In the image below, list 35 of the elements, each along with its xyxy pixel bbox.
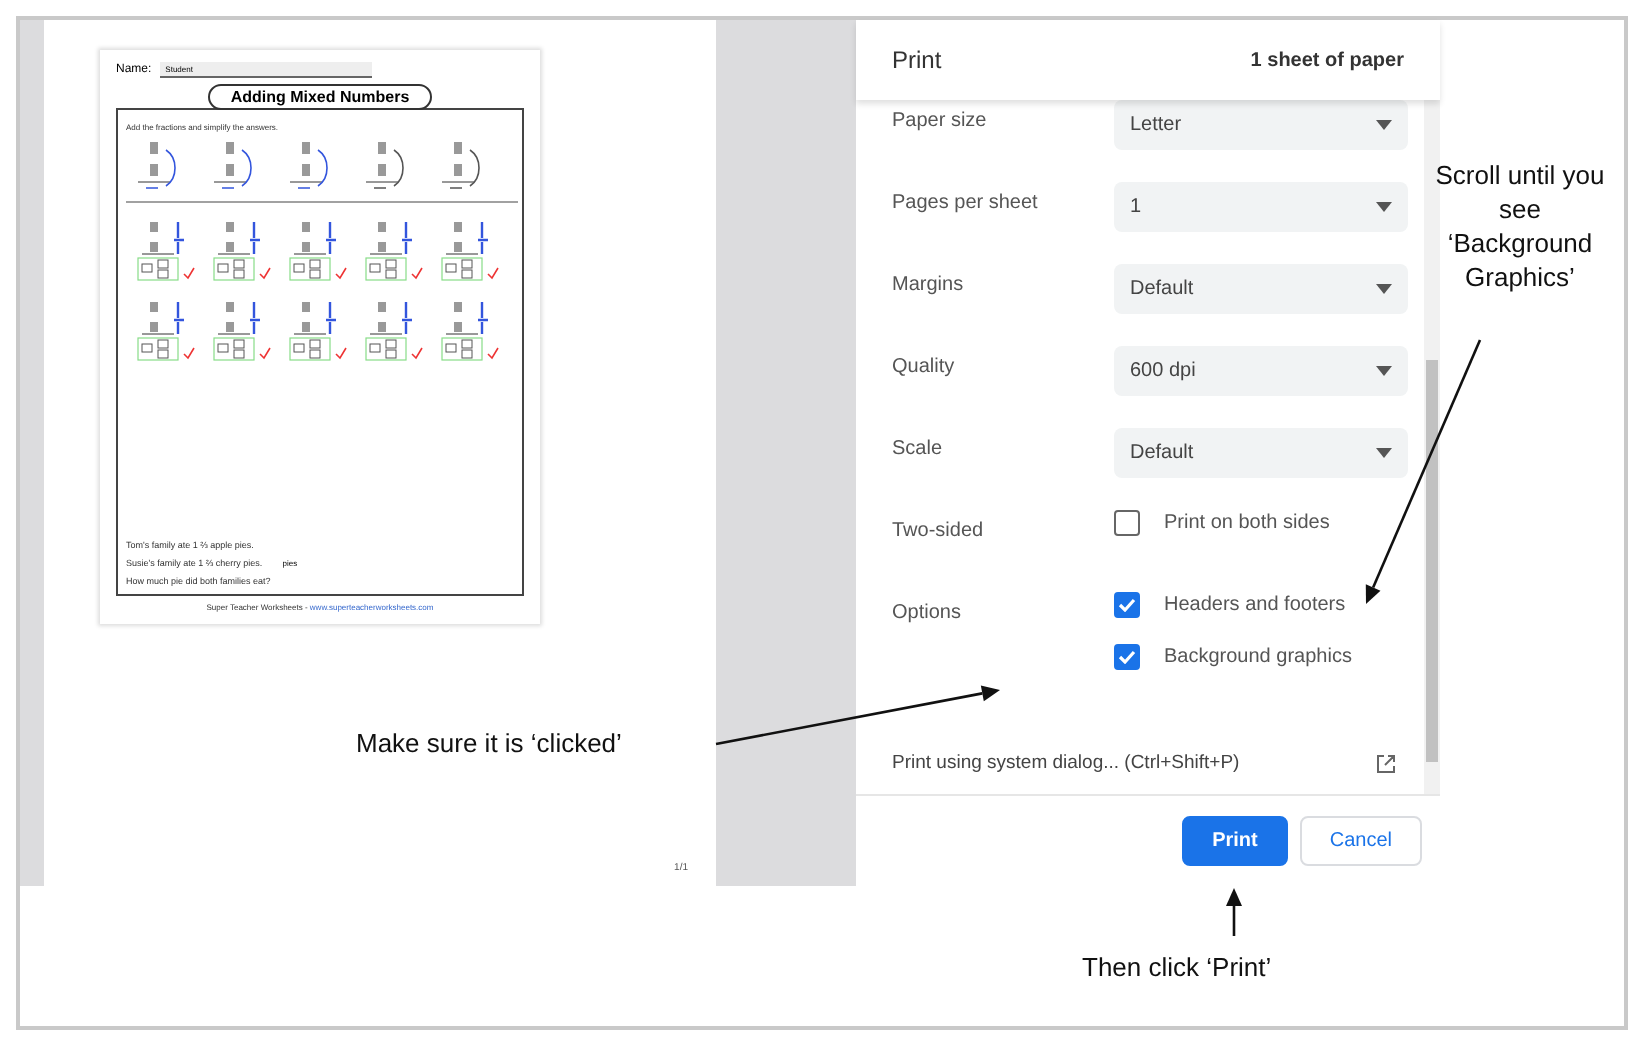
setting-label: Pages per sheet: [892, 190, 1040, 214]
setting-label: Scale: [892, 436, 945, 460]
dropdown[interactable]: 1: [1114, 182, 1408, 232]
dropdown[interactable]: Letter: [1114, 100, 1408, 150]
dropdown[interactable]: 600 dpi: [1114, 346, 1408, 396]
setting-label: Quality: [892, 354, 957, 378]
sheet-count: 1 sheet of paper: [1250, 49, 1404, 71]
print-button[interactable]: Print: [1182, 816, 1288, 866]
checkbox-label: Print on both sides: [1164, 512, 1330, 534]
caret-icon: [1376, 366, 1392, 376]
dropdown[interactable]: Default: [1114, 264, 1408, 314]
setting-label: Margins: [892, 272, 966, 296]
external-link-icon[interactable]: [1376, 753, 1396, 773]
annotation-text: Then click ‘Print’: [1082, 952, 1272, 986]
annotation-text: Scroll until you see ‘Background Graphics’: [1433, 160, 1607, 296]
setting-label: Two-sided: [892, 518, 986, 542]
caret-icon: [1376, 120, 1392, 130]
dialog-title: Print: [892, 46, 942, 74]
scrollbar[interactable]: [1424, 100, 1440, 794]
caret-icon: [1376, 202, 1392, 212]
checkbox-label: Headers and footers: [1164, 594, 1346, 616]
cancel-button[interactable]: Cancel: [1299, 816, 1422, 866]
setting-label: Paper size: [892, 108, 989, 132]
caret-icon: [1376, 284, 1392, 294]
system-dialog-link[interactable]: Print using system dialog... (Ctrl+Shift+P): [892, 752, 1240, 774]
checkbox-label: Background graphics: [1164, 646, 1352, 668]
caret-icon: [1376, 448, 1392, 458]
checkbox[interactable]: [1114, 592, 1140, 618]
checkbox[interactable]: [1114, 510, 1140, 536]
setting-label: Options: [892, 600, 963, 624]
checkbox[interactable]: [1114, 644, 1140, 670]
dropdown[interactable]: Default: [1114, 428, 1408, 478]
worksheet-title: Adding Mixed Numbers: [208, 84, 432, 110]
annotation-text: Make sure it is ‘clicked’: [356, 728, 622, 762]
arrow: [1226, 888, 1242, 936]
